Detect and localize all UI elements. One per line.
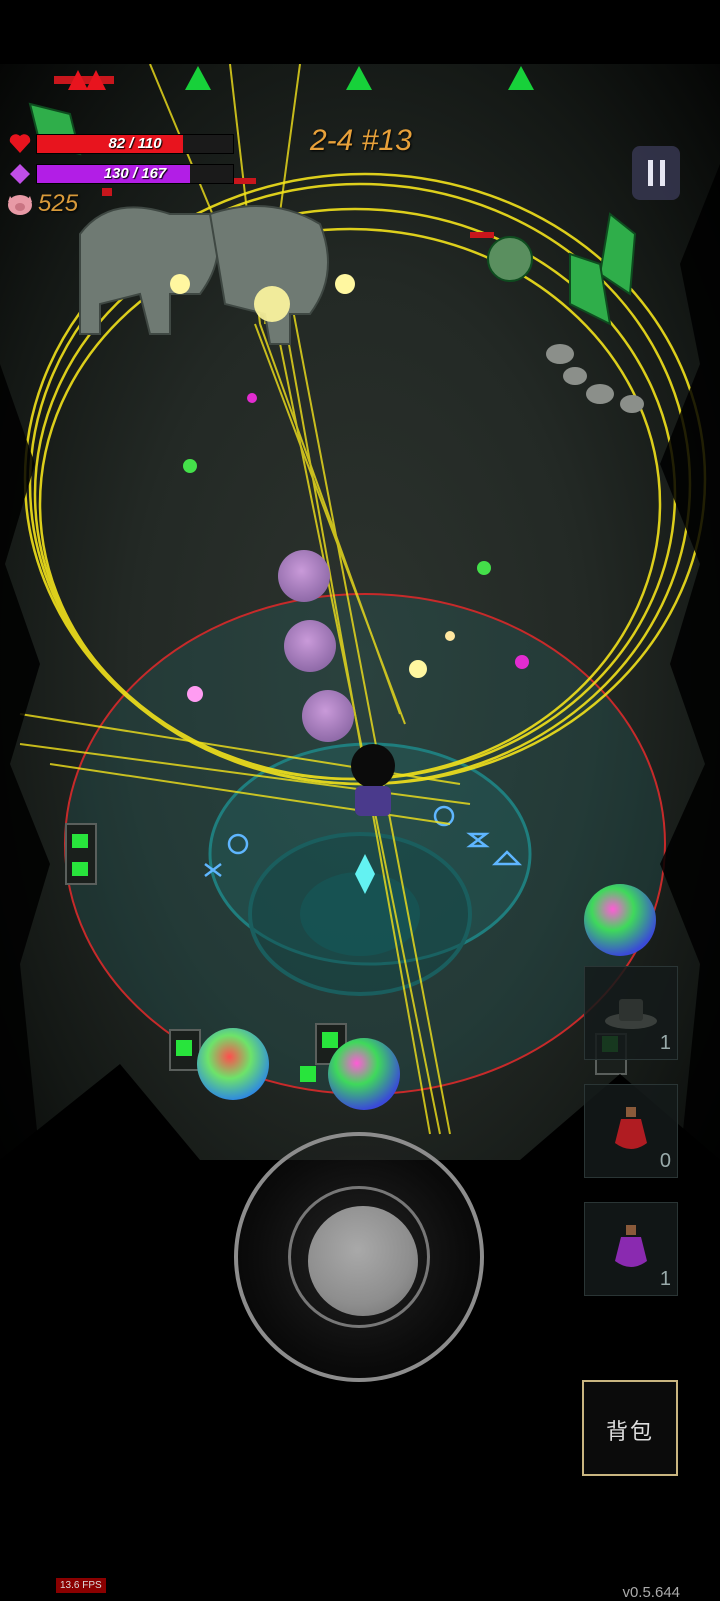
version-label: v0.5.644 xyxy=(622,1584,680,1601)
pause-icon xyxy=(648,160,653,186)
hp-bar: 82 / 110 xyxy=(36,134,234,154)
joystick-knob[interactable] xyxy=(308,1206,418,1316)
bag-button[interactable]: 背包 xyxy=(582,1380,678,1476)
gem-icon xyxy=(10,164,30,184)
heart-icon xyxy=(9,134,31,153)
slot-count: 1 xyxy=(659,1032,671,1054)
rainbow-orb xyxy=(197,1028,269,1100)
mp-bar: 130 / 167 xyxy=(36,164,234,184)
stage-label: 2-4 #13 xyxy=(310,124,412,157)
hp-text: 82 / 110 xyxy=(108,135,162,152)
inventory-slot-hat[interactable]: 1 xyxy=(584,966,678,1060)
pause-button[interactable] xyxy=(632,146,680,200)
inventory-slot-purple-potion[interactable]: 1 xyxy=(584,1202,678,1296)
pig-icon xyxy=(8,195,32,215)
bag-label: 背包 xyxy=(605,1419,654,1444)
rainbow-orb xyxy=(584,884,656,956)
virtual-joystick[interactable] xyxy=(234,1132,484,1382)
slot-count: 1 xyxy=(659,1268,671,1290)
inventory-slot-red-potion[interactable]: 0 xyxy=(584,1084,678,1178)
fps-counter: 13.6 FPS xyxy=(56,1578,106,1593)
rainbow-orb xyxy=(328,1038,400,1110)
slot-count: 0 xyxy=(659,1150,671,1172)
mp-text: 130 / 167 xyxy=(103,165,167,182)
offscreen-enemy-markers xyxy=(68,66,534,90)
coin-counter: 525 xyxy=(38,190,79,217)
